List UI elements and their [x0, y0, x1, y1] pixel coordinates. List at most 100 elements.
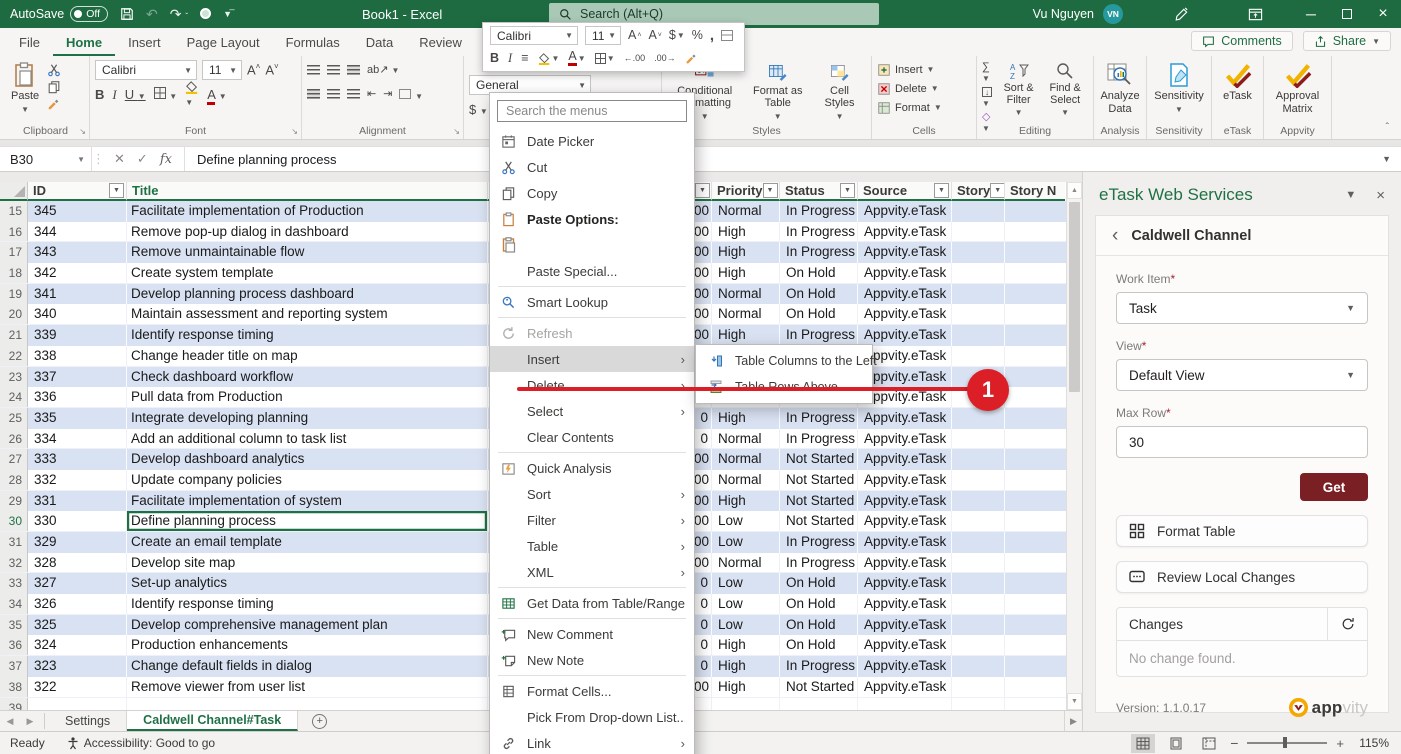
sort-filter-button[interactable]: AZ Sort & Filter▼ [998, 60, 1039, 123]
zoom-out-icon[interactable]: − [1230, 735, 1238, 751]
ribbon-display-options-icon[interactable] [1235, 0, 1275, 28]
vertical-scrollbar-thumb[interactable] [1069, 202, 1080, 392]
row-number[interactable]: 39 [0, 698, 28, 711]
decrease-indent-icon[interactable]: ⇤ [367, 89, 376, 100]
format-table-button[interactable]: Format Table [1116, 515, 1368, 547]
cell-story[interactable] [952, 491, 1005, 512]
column-header-source[interactable]: Source▼ [858, 182, 952, 201]
cell-id[interactable]: 328 [28, 553, 127, 573]
cell-story[interactable] [952, 532, 1005, 553]
menu-item-new-note[interactable]: New Note [490, 647, 694, 673]
row-number[interactable]: 24 [0, 387, 28, 407]
cell-title[interactable]: Update company policies [127, 470, 488, 490]
find-select-button[interactable]: Find & Select▼ [1042, 60, 1088, 123]
cell-source[interactable]: Appvity.eTask [858, 201, 952, 222]
cell-source[interactable]: Appvity.eTask [858, 615, 952, 636]
font-color-button[interactable]: A ▼ [207, 88, 227, 101]
cell-story-n[interactable] [1005, 532, 1065, 553]
cell-source[interactable]: Appvity.eTask [858, 594, 952, 614]
cell-source[interactable]: Appvity.eTask [858, 325, 952, 346]
row-number[interactable]: 18 [0, 263, 28, 283]
cell-source[interactable]: Appvity.eTask [858, 553, 952, 573]
cell-story-n[interactable] [1005, 677, 1065, 697]
cell-story-n[interactable] [1005, 594, 1065, 614]
draw-pen-icon[interactable] [1161, 0, 1201, 28]
scroll-up-icon[interactable]: ▲ [1067, 182, 1082, 199]
cell-source[interactable]: Appvity.eTask [858, 573, 952, 594]
cell-id[interactable]: 336 [28, 387, 127, 407]
cell-num[interactable]: 0 [694, 656, 712, 677]
scroll-down-icon[interactable]: ▼ [1067, 693, 1082, 710]
format-cells-button[interactable]: Format▼ [877, 98, 971, 117]
cell-title[interactable]: Identify response timing [127, 325, 488, 346]
cut-icon[interactable] [47, 63, 61, 77]
cell-title[interactable]: Add an additional column to task list [127, 429, 488, 449]
task-pane-options-icon[interactable]: ▼ [1345, 189, 1356, 201]
row-number[interactable]: 25 [0, 408, 28, 429]
cell-story[interactable] [952, 573, 1005, 594]
zoom-slider-thumb[interactable] [1283, 737, 1287, 748]
cell-id[interactable] [28, 698, 127, 711]
cell-priority[interactable]: High [712, 325, 780, 346]
cell-status[interactable]: On Hold [780, 304, 858, 324]
cell-story-n[interactable] [1005, 698, 1065, 711]
cell-num[interactable]: 00 [694, 222, 712, 242]
sheet-tab-settings[interactable]: Settings [49, 711, 127, 731]
cell-source[interactable]: Appvity.eTask [858, 635, 952, 655]
etask-button[interactable]: eTask [1217, 60, 1258, 105]
expand-formula-bar-icon[interactable]: ▼ [1382, 154, 1401, 164]
cell-styles-button[interactable]: Cell Styles▼ [813, 60, 866, 123]
cell-story-n[interactable] [1005, 201, 1065, 222]
cell-story-n[interactable] [1005, 222, 1065, 242]
insert-cells-button[interactable]: Insert▼ [877, 60, 971, 79]
cell-id[interactable]: 324 [28, 635, 127, 655]
filter-dropdown-icon[interactable]: ▼ [990, 183, 1005, 198]
cell-priority[interactable]: High [712, 656, 780, 677]
cell-priority[interactable]: High [712, 408, 780, 429]
work-item-select[interactable]: Task▼ [1116, 292, 1368, 324]
cell-status[interactable]: On Hold [780, 284, 858, 305]
cell-story-n[interactable] [1005, 284, 1065, 305]
cell-story[interactable] [952, 201, 1005, 222]
cell-priority[interactable]: High [712, 635, 780, 655]
cell-id[interactable]: 326 [28, 594, 127, 614]
insert-function-icon[interactable]: fx [160, 152, 172, 167]
align-center-icon[interactable] [327, 89, 340, 99]
row-number[interactable]: 29 [0, 491, 28, 512]
cell-story[interactable] [952, 263, 1005, 283]
row-number[interactable]: 36 [0, 635, 28, 655]
cell-title[interactable]: Create an email template [127, 532, 488, 553]
cell-num[interactable]: 00 [694, 284, 712, 305]
cell-story-n[interactable] [1005, 656, 1065, 677]
cell-priority[interactable]: High [712, 242, 780, 263]
cell-status[interactable]: In Progress [780, 242, 858, 263]
menu-item-select[interactable]: Select› [490, 398, 694, 424]
accessibility-status[interactable]: Accessibility: Good to go [67, 736, 215, 750]
cell-title[interactable]: Change header title on map [127, 346, 488, 366]
cell-source[interactable]: Appvity.eTask [858, 429, 952, 449]
ribbon-tab-page-layout[interactable]: Page Layout [174, 31, 273, 56]
menu-item-quick-analysis[interactable]: Quick Analysis [490, 455, 694, 481]
menu-item-refresh[interactable]: Refresh [490, 320, 694, 346]
cell-source[interactable]: Appvity.eTask [858, 470, 952, 490]
cell-story[interactable] [952, 325, 1005, 346]
borders-button[interactable]: ▼ [154, 87, 178, 101]
submenu-item-table-columns-to-the-left[interactable]: Table Columns to the Left [696, 348, 872, 374]
cell-id[interactable]: 334 [28, 429, 127, 449]
fill-color-button[interactable]: ▼ [185, 81, 199, 107]
cell-title[interactable]: Set-up analytics [127, 573, 488, 594]
name-box[interactable]: B30▼ [0, 147, 92, 171]
ribbon-tab-file[interactable]: File [6, 31, 53, 56]
page-break-view-icon[interactable] [1197, 734, 1221, 753]
merge-center-icon[interactable]: ▼ [399, 88, 423, 101]
filter-dropdown-icon[interactable]: ▼ [840, 183, 855, 198]
cell-num[interactable]: 00 [694, 304, 712, 324]
paste-button[interactable]: Paste▼ [7, 60, 43, 116]
row-number[interactable]: 16 [0, 222, 28, 242]
clipboard-dialog-launcher-icon[interactable]: ↘ [79, 127, 86, 136]
cell-title[interactable]: Check dashboard workflow [127, 367, 488, 388]
cell-status[interactable]: In Progress [780, 201, 858, 222]
cell-title[interactable]: Integrate developing planning [127, 408, 488, 429]
format-painter-icon[interactable] [47, 97, 61, 111]
formula-input[interactable]: Define planning process [185, 152, 336, 167]
